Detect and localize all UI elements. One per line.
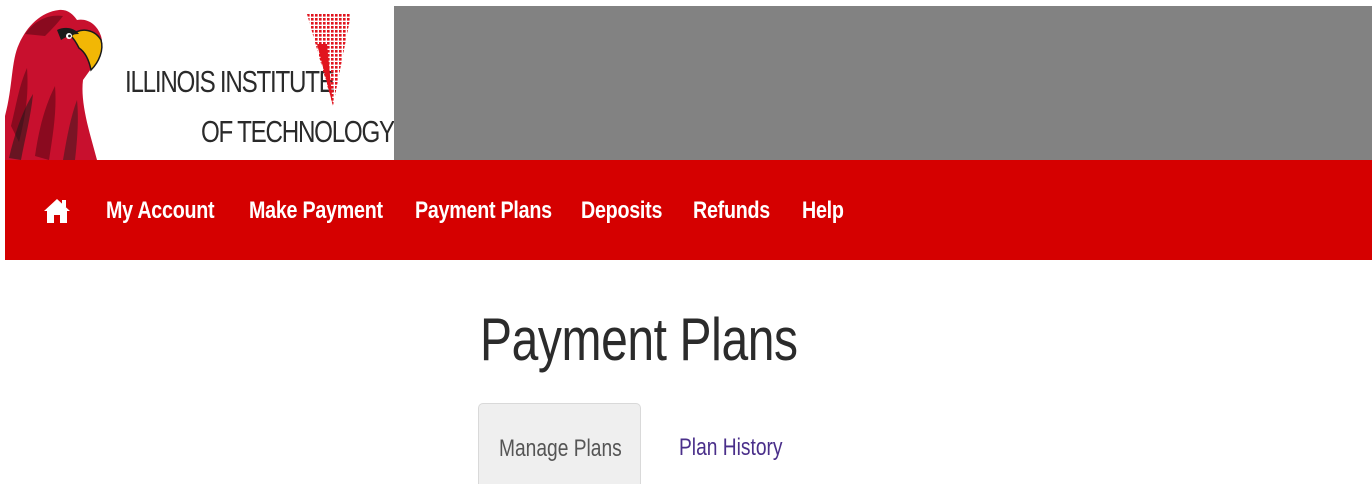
scarlet-hawk-icon (5, 9, 103, 160)
home-icon[interactable] (43, 197, 71, 225)
nav-make-payment[interactable]: Make Payment (249, 196, 383, 226)
main-nav: My Account Make Payment Payment Plans De… (5, 160, 1372, 260)
nav-help[interactable]: Help (802, 196, 844, 226)
nav-payment-plans[interactable]: Payment Plans (415, 196, 552, 226)
tab-manage-plans-label: Manage Plans (499, 435, 622, 462)
nav-deposits[interactable]: Deposits (581, 196, 662, 226)
page-title: Payment Plans (480, 306, 798, 373)
tab-plan-history[interactable]: Plan History (679, 433, 783, 463)
logo-triangle-icon (307, 14, 351, 106)
nav-refunds[interactable]: Refunds (693, 196, 770, 226)
header-banner: ILLINOIS INSTITUTE OF TECHNOLOGY (5, 6, 1372, 160)
site-logo[interactable]: ILLINOIS INSTITUTE OF TECHNOLOGY (5, 6, 394, 160)
logo-text-line-2: OF TECHNOLOGY (201, 114, 394, 149)
logo-text-line-1: ILLINOIS INSTITUTE (125, 64, 335, 99)
tab-manage-plans[interactable]: Manage Plans (478, 403, 641, 484)
nav-my-account[interactable]: My Account (106, 196, 215, 226)
